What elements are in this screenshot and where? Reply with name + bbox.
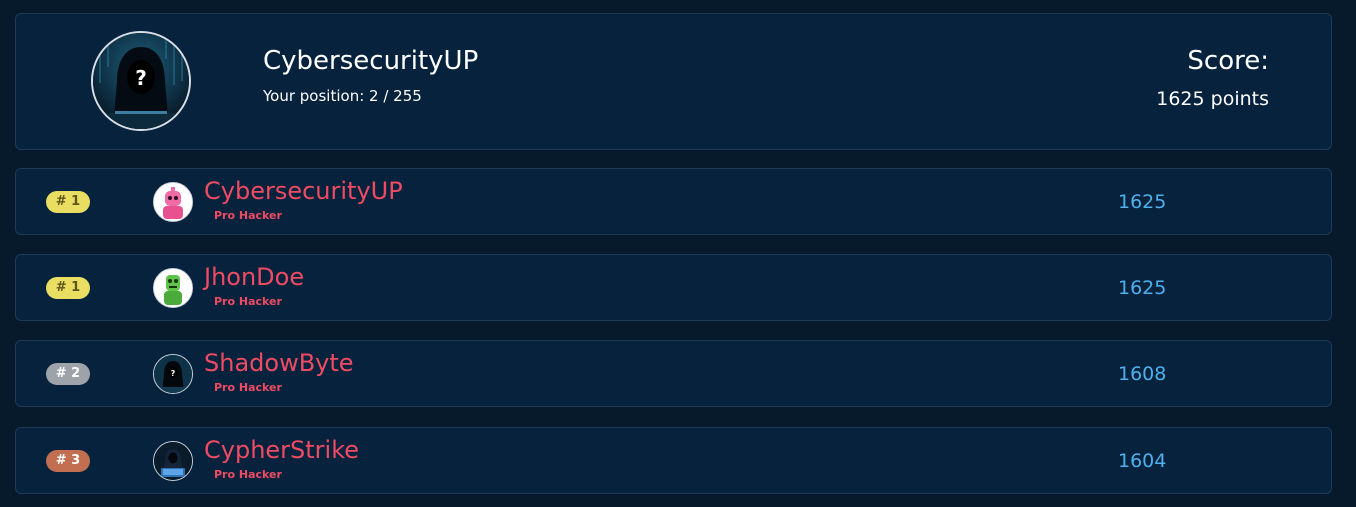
- user-avatar[interactable]: [153, 268, 193, 308]
- hooded-hacker-icon: ?: [93, 33, 189, 129]
- player-title: Pro Hacker: [214, 381, 282, 394]
- player-name[interactable]: CypherStrike: [204, 435, 359, 465]
- leaderboard-row[interactable]: # 1 JhonDoe Pro Hacker 1625: [15, 254, 1332, 321]
- rank-badge: # 3: [46, 450, 90, 472]
- user-avatar[interactable]: [153, 182, 193, 222]
- user-avatar[interactable]: ?: [153, 354, 193, 394]
- user-avatar[interactable]: [153, 441, 193, 481]
- svg-text:?: ?: [135, 66, 147, 90]
- player-score: 1604: [1118, 450, 1167, 472]
- player-title: Pro Hacker: [214, 468, 282, 481]
- player-name[interactable]: ShadowByte: [204, 348, 354, 378]
- leaderboard-row[interactable]: # 2 ? ShadowByte Pro Hacker 1608: [15, 340, 1332, 407]
- rank-badge: # 2: [46, 363, 90, 385]
- leaderboard-row[interactable]: # 3 CypherStrike Pro Hacker 1604: [15, 427, 1332, 494]
- rank-badge: # 1: [46, 191, 90, 213]
- score-label: Score:: [1187, 46, 1269, 76]
- leaderboard-page: ? CybersecurityUP Your position: 2 / 255…: [0, 0, 1356, 507]
- player-name[interactable]: JhonDoe: [204, 262, 304, 292]
- user-avatar[interactable]: ?: [91, 31, 191, 131]
- current-position: Your position: 2 / 255: [263, 87, 422, 105]
- leaderboard-row[interactable]: # 1 CybersecurityUP Pro Hacker 1625: [15, 168, 1332, 235]
- player-title: Pro Hacker: [214, 295, 282, 308]
- svg-text:?: ?: [171, 369, 176, 378]
- player-title: Pro Hacker: [214, 209, 282, 222]
- rank-badge: # 1: [46, 277, 90, 299]
- player-score: 1625: [1118, 277, 1167, 299]
- current-user-card: ? CybersecurityUP Your position: 2 / 255…: [15, 13, 1332, 150]
- player-score: 1608: [1118, 363, 1167, 385]
- player-score: 1625: [1118, 191, 1167, 213]
- player-name[interactable]: CybersecurityUP: [204, 176, 403, 206]
- current-username: CybersecurityUP: [263, 46, 479, 76]
- green-robot-icon: [154, 269, 192, 307]
- hacker-laptop-icon: [154, 442, 192, 480]
- hooded-hacker-icon: ?: [154, 355, 192, 393]
- pink-robot-icon: [154, 183, 192, 221]
- score-value: 1625 points: [1156, 88, 1269, 110]
